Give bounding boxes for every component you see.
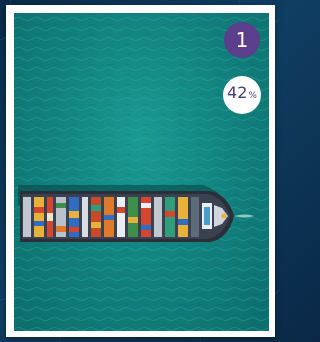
percent-unit: % <box>248 91 257 101</box>
rank-badge: 1 <box>224 22 260 58</box>
container-ship-photo: 1 42 % <box>14 13 269 331</box>
rank-number: 1 <box>235 28 249 52</box>
image-card[interactable]: 1 42 % <box>6 5 275 337</box>
percent-badge: 42 % <box>223 76 261 114</box>
percent-value: 42 <box>227 83 248 102</box>
